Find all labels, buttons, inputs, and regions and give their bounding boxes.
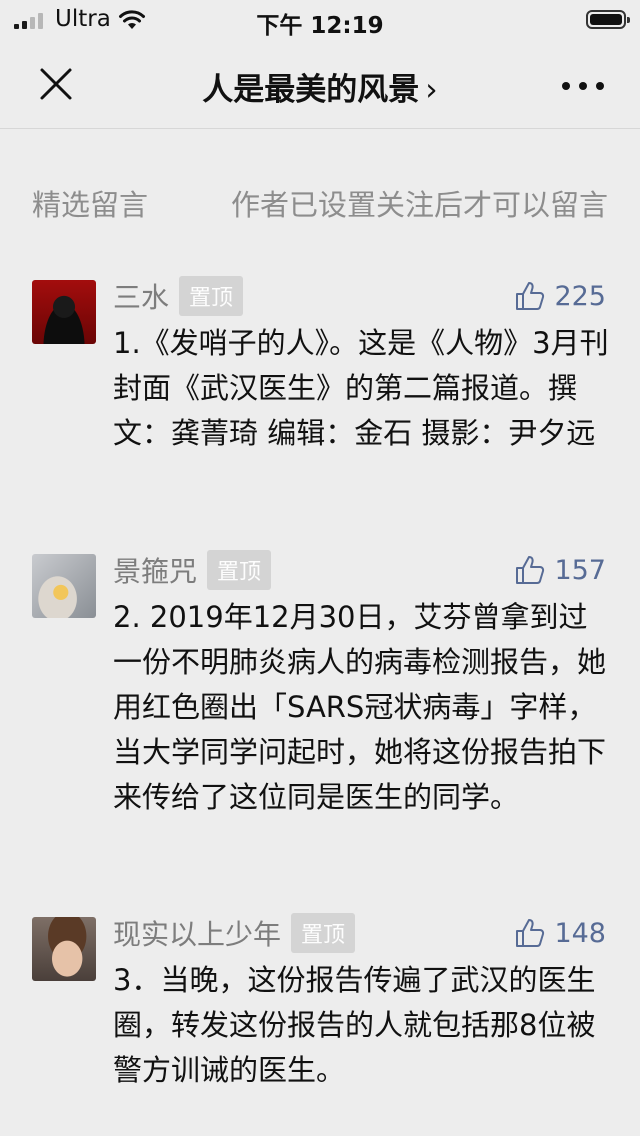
status-bar: Ultra 下午 12:19 (0, 0, 640, 42)
pinned-badge: 置顶 (179, 276, 244, 316)
status-time: 下午 12:19 (256, 13, 384, 39)
thumbs-up-icon (516, 919, 545, 947)
like-button[interactable]: 225 (514, 277, 606, 315)
like-button[interactable]: 157 (514, 551, 606, 589)
battery-icon (586, 10, 630, 29)
like-count: 225 (554, 280, 606, 312)
navigation-bar: 人是最美的风景 › (0, 42, 640, 129)
comment-text: 3．当晚，这份报告传遍了武汉的医生圈，转发这份报告的人就包括那8位被警方训诫的医… (113, 963, 596, 1087)
selected-comments-label: 精选留言 (32, 188, 149, 222)
avatar[interactable] (32, 917, 96, 981)
chevron-right-icon: › (425, 72, 438, 108)
comment-text: 1.《发哨子的人》。这是《人物》3月刊封面《武汉医生》的第二篇报道。撰文：龚菁琦… (113, 326, 609, 450)
comment-text: 2. 2019年12月30日，艾芬曾拿到过一份不明肺炎病人的病毒检测报告，她用红… (113, 600, 607, 814)
avatar[interactable] (32, 554, 96, 618)
pinned-badge: 置顶 (291, 913, 356, 953)
commenter-name[interactable]: 三水 (113, 276, 169, 316)
page-title-text: 人是最美的风景 (202, 72, 420, 108)
pinned-badge: 置顶 (207, 550, 272, 590)
commenter-name[interactable]: 景箍咒 (113, 550, 197, 590)
thumbs-up-icon (516, 556, 545, 584)
like-count: 157 (554, 554, 606, 586)
more-options-icon[interactable] (562, 82, 604, 90)
avatar[interactable] (32, 280, 96, 344)
page-title[interactable]: 人是最美的风景 › (0, 64, 640, 109)
commenter-name[interactable]: 现实以上少年 (113, 913, 281, 953)
like-button[interactable]: 148 (514, 914, 606, 952)
thumbs-up-icon (516, 282, 545, 310)
comments-section-header: 精选留言 作者已设置关注后才可以留言 (32, 182, 608, 224)
like-count: 148 (554, 917, 606, 949)
comment-restriction-note: 作者已设置关注后才可以留言 (230, 188, 608, 222)
